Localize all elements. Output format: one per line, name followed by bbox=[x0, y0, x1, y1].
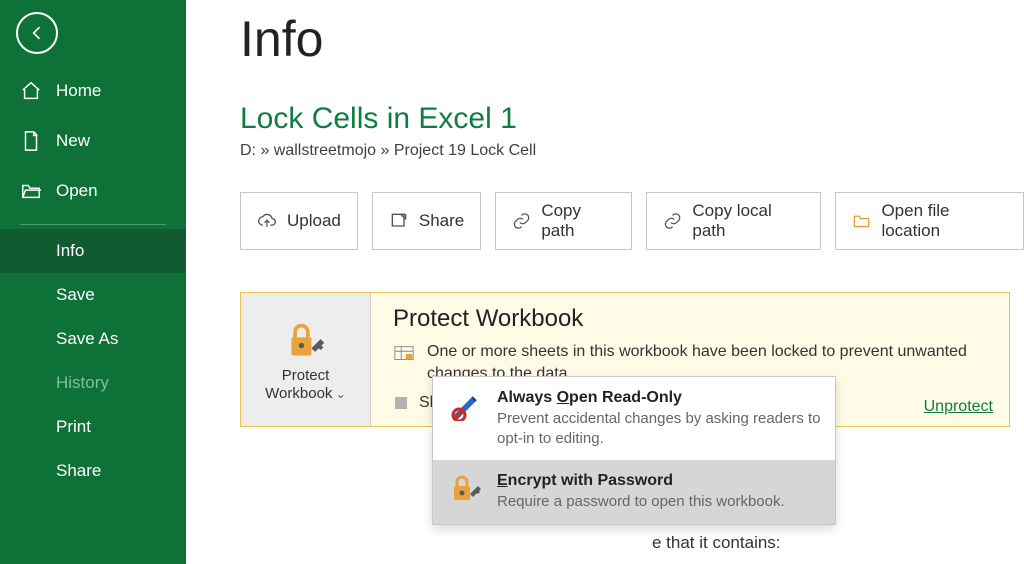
sidebar-item-share[interactable]: Share bbox=[0, 449, 186, 493]
menu-item-title: Always Open Read-Only bbox=[497, 389, 821, 407]
sidebar-item-label: New bbox=[56, 131, 90, 151]
under-line: path, author's name and absolute path bbox=[652, 559, 1024, 564]
info-toolbar: Upload Share Copy path Copy local path O… bbox=[240, 192, 1024, 250]
lock-key-icon bbox=[449, 472, 483, 512]
button-label: Share bbox=[419, 211, 464, 231]
sidebar-item-save-as[interactable]: Save As bbox=[0, 317, 186, 361]
under-line: e that it contains: bbox=[652, 527, 1024, 559]
sidebar-item-open[interactable]: Open bbox=[0, 166, 186, 216]
sidebar-item-home[interactable]: Home bbox=[0, 66, 186, 116]
document-title: Lock Cells in Excel 1 bbox=[240, 102, 1024, 136]
backstage-sidebar: Home New Open Info Save Save As History … bbox=[0, 0, 186, 564]
arrow-left-icon bbox=[27, 23, 47, 43]
folder-icon bbox=[852, 211, 871, 231]
bullet-icon bbox=[395, 397, 407, 409]
sidebar-item-label: Save bbox=[56, 285, 95, 304]
protect-heading: Protect Workbook bbox=[393, 305, 991, 333]
share-icon bbox=[389, 211, 409, 231]
sidebar-item-label: Info bbox=[56, 241, 84, 260]
copy-path-button[interactable]: Copy path bbox=[495, 192, 632, 250]
sidebar-item-label: Save As bbox=[56, 329, 118, 348]
sidebar-item-label: Print bbox=[56, 417, 91, 436]
sidebar-item-label: Share bbox=[56, 461, 101, 480]
sidebar-item-label: Open bbox=[56, 181, 98, 201]
menu-item-desc: Prevent accidental changes by asking rea… bbox=[497, 409, 821, 448]
menu-item-title: Encrypt with Password bbox=[497, 472, 785, 490]
unprotect-link[interactable]: Unprotect bbox=[924, 398, 993, 416]
button-label: Upload bbox=[287, 211, 341, 231]
page-title: Info bbox=[240, 10, 1024, 68]
worksheet-lock-icon bbox=[393, 343, 415, 365]
protect-workbook-button[interactable]: Protect Workbook bbox=[241, 293, 371, 426]
link-icon bbox=[512, 211, 531, 231]
sidebar-separator bbox=[20, 224, 166, 225]
sidebar-item-history: History bbox=[0, 361, 186, 405]
back-button[interactable] bbox=[16, 12, 58, 54]
cloud-upload-icon bbox=[257, 211, 277, 231]
menu-item-encrypt-password[interactable]: Encrypt with Password Require a password… bbox=[433, 460, 835, 524]
copy-local-path-button[interactable]: Copy local path bbox=[646, 192, 821, 250]
open-folder-icon bbox=[20, 180, 42, 202]
link-icon bbox=[663, 211, 682, 231]
button-label: Copy local path bbox=[692, 201, 804, 241]
button-label: Copy path bbox=[541, 201, 615, 241]
breadcrumb: D: » wallstreetmojo » Project 19 Lock Ce… bbox=[240, 142, 1024, 160]
sidebar-item-new[interactable]: New bbox=[0, 116, 186, 166]
open-location-button[interactable]: Open file location bbox=[835, 192, 1024, 250]
new-file-icon bbox=[20, 130, 42, 152]
sidebar-item-label: Home bbox=[56, 81, 101, 101]
share-button[interactable]: Share bbox=[372, 192, 481, 250]
menu-item-desc: Require a password to open this workbook… bbox=[497, 492, 785, 512]
lock-key-icon bbox=[284, 321, 328, 361]
home-icon bbox=[20, 80, 42, 102]
pencil-prohibit-icon bbox=[449, 389, 483, 448]
protect-workbook-menu: Always Open Read-Only Prevent accidental… bbox=[432, 376, 836, 525]
upload-button[interactable]: Upload bbox=[240, 192, 358, 250]
inspect-workbook-text: e that it contains: path, author's name … bbox=[652, 527, 1024, 564]
sidebar-item-print[interactable]: Print bbox=[0, 405, 186, 449]
sidebar-item-label: History bbox=[56, 373, 109, 392]
sidebar-item-info[interactable]: Info bbox=[0, 229, 186, 273]
main-panel: Info Lock Cells in Excel 1 D: » wallstre… bbox=[186, 0, 1024, 564]
button-label: Open file location bbox=[881, 201, 1007, 241]
menu-item-open-read-only[interactable]: Always Open Read-Only Prevent accidental… bbox=[433, 377, 835, 460]
protect-button-label: Protect Workbook bbox=[247, 367, 364, 403]
sidebar-item-save[interactable]: Save bbox=[0, 273, 186, 317]
